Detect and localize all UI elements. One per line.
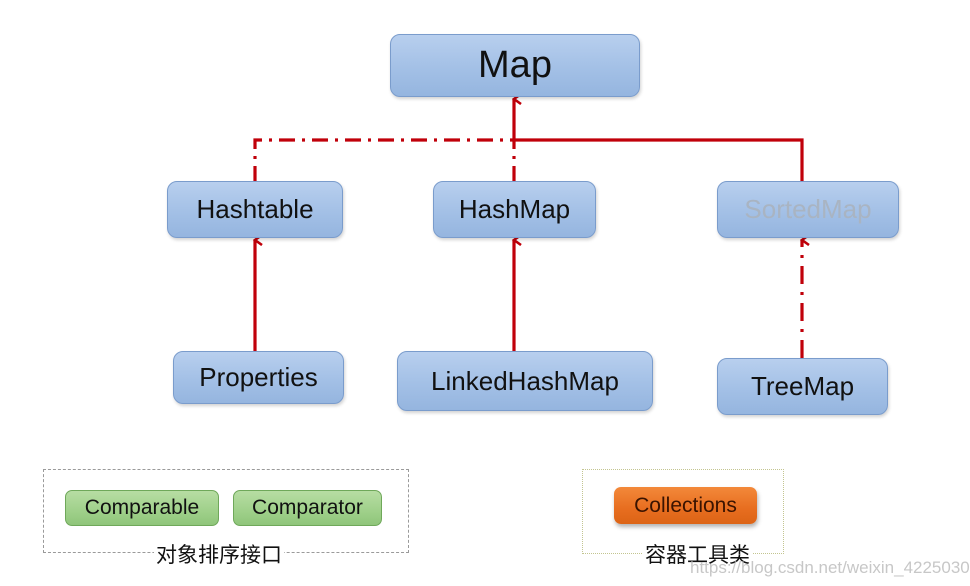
comparator-pill: Comparator [233, 490, 382, 526]
comparable-label: Comparable [84, 496, 200, 519]
edge-hashtable-map [253, 138, 514, 182]
watermark: https://blog.csdn.net/weixin_42250302 [690, 558, 970, 577]
node-linkedhashmap-label: LinkedHashMap [431, 365, 619, 396]
node-map-label: Map [478, 44, 552, 86]
node-treemap-label: TreeMap [750, 371, 855, 401]
collections-pill: Collections [614, 487, 757, 524]
node-linkedhashmap: LinkedHashMap [397, 351, 653, 411]
node-properties: Properties [173, 351, 344, 404]
comparable-pill: Comparable [65, 490, 219, 526]
node-sortedmap-label: SortedMap [744, 194, 872, 224]
node-hashmap-label: HashMap [458, 194, 571, 224]
edge-sortedmap-map [514, 99, 804, 182]
node-map: Map [390, 34, 640, 97]
node-hashtable-label: Hashtable [196, 194, 314, 224]
sorting-group-caption: 对象排序接口 [154, 542, 284, 568]
node-properties-label: Properties [199, 362, 318, 392]
node-hashtable: Hashtable [167, 181, 343, 238]
node-sortedmap: SortedMap [717, 181, 899, 238]
comparator-label: Comparator [252, 496, 363, 519]
node-treemap: TreeMap [717, 358, 888, 415]
collections-label: Collections [634, 493, 737, 517]
node-hashmap: HashMap [433, 181, 596, 238]
